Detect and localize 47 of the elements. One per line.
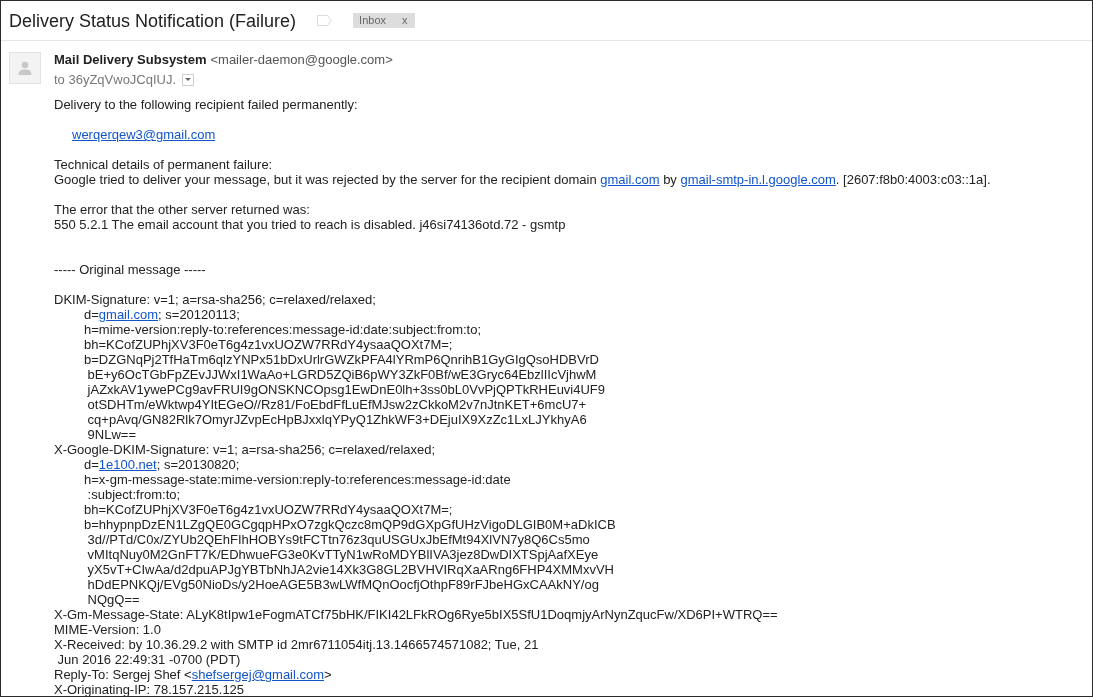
- header-line: cq+pAvq/GN82Rlk7OmyrJZvpEcHpBJxxlqYPyQ1ZhkWF3+DEjuIX9XzZc1LxLJYkhyA6: [86, 412, 587, 427]
- link[interactable]: 1e100.net: [98, 457, 157, 472]
- remove-label-button[interactable]: x: [402, 13, 408, 28]
- header-line: yX5vT+CIwAa/d2dpuAPJgYBTbNhJA2vie14Xk3G8GL2BVHVIRqXaARng6FHP4XMMxvVH: [86, 562, 614, 577]
- label-text: Inbox: [359, 13, 387, 28]
- message-text: 550 5.2.1 The email account that you tried to reach is disabled. j46si74136otd.72 - gsmtp: [54, 217, 566, 232]
- sender-name: Mail Delivery Subsystem: [54, 52, 207, 67]
- header-line: Reply-To: Sergej Shef <shefsergej@gmail.com>: [54, 667, 332, 682]
- header-line: jAZxkAV1ywePCg9avFRUI9gONSKNCOpsg1EwDnE0lh+3ss0bL0VvPjQPTkRHEuvi4UF9: [86, 382, 606, 397]
- header-line: X-Originating-IP: 78.157.215.125: [54, 682, 245, 696]
- header-line: d=gmail.com; s=20120113;: [84, 307, 240, 322]
- link[interactable]: werqerqew3@gmail.com: [72, 127, 216, 142]
- header-line: h=mime-version:reply-to:references:message-id:date:subject:from:to;: [84, 322, 482, 337]
- header-line: Jun 2016 22:49:31 -0700 (PDT): [56, 652, 241, 667]
- header-line: otSDHTm/eWktwp4YItEGeO//Rz81/FoEbdFfLuEfMJsw2zCkkoM2v7nJtnKET+6mcU7+: [86, 397, 587, 412]
- header-line: NQgQ==: [86, 592, 140, 607]
- header-line: bh=KCofZUPhjXV3F0eT6g4z1vxUOZW7RRdY4ysaaQOXt7M=;: [84, 337, 453, 352]
- link[interactable]: gmail-smtp-in.l.google.com: [680, 172, 836, 187]
- header-line: h=x-gm-message-state:mime-version:reply-to:references:message-id:date: [84, 472, 511, 487]
- header-line: :subject:from:to;: [86, 487, 181, 502]
- avatar-icon: [9, 52, 41, 84]
- caret-icon: [185, 78, 192, 81]
- message-text: Google tried to deliver your message, but it was rejected by the server for the recipient domain gmail.com by gmail-smtp-in.l.google.com. [2607:f8b0:4003:c03::1a].: [54, 172, 991, 187]
- header-line: MIME-Version: 1.0: [54, 622, 161, 637]
- header-line: hDdEPNKQj/EVg50NioDs/y2HoeAGE5B3wLWfMQnOocfjOthpF89rFJbeHGxCAAkNY/og: [86, 577, 599, 592]
- header-line: bh=KCofZUPhjXV3F0eT6g4z1vxUOZW7RRdY4ysaaQOXt7M=;: [84, 502, 453, 517]
- header-line: 3d//PTd/C0x/ZYUb2QEhFIhHOBYs9tFCTtn76z3quUSGUxJbEfMt94XlVN7y8Q6Cs5mo: [86, 532, 590, 547]
- link[interactable]: shefsergej@gmail.com: [191, 667, 325, 682]
- header-line: vMItqNuy0M2GnFT7K/EDhwueFG3e0KvTTyN1wRoMDYBlIVA3jez8DwDIXTSpjAafXEye: [86, 547, 599, 562]
- header-line: X-Gm-Message-State: ALyK8tIpw1eFogmATCf75bHK/FIKI42LFkROg6Rye5bIX5SfU1DoqmjyArNynZqucFw/XD6PI+WTRQ==: [54, 607, 778, 622]
- header-line: X-Received: by 10.36.29.2 with SMTP id 2mr6711054itj.13.1466574571082; Tue, 21: [54, 637, 539, 652]
- message-text: Delivery to the following recipient failed permanently:: [54, 97, 358, 112]
- header-line: b=DZGNqPj2TfHaTm6qlzYNPx51bDxUrlrGWZkPFA4lYRmP6QnrihB1GyGIgQsoHDBVrD: [84, 352, 599, 367]
- message-text: Technical details of permanent failure:: [54, 157, 273, 172]
- email-subject: Delivery Status Notification (Failure): [9, 9, 297, 32]
- sender-address: <mailer-daemon@google.com>: [210, 52, 393, 67]
- link[interactable]: gmail.com: [600, 172, 660, 187]
- recipient-text: to 36yZqVwoJCqIUJ.: [54, 72, 177, 87]
- header-line: X-Google-DKIM-Signature: v=1; a=rsa-sha256; c=relaxed/relaxed;: [54, 442, 436, 457]
- header-line: b=hhypnpDzEN1LZgQE0GCgqpHPxO7zgkQczc8mQP9dGXpGfUHzVigoDLGIB0M+aDkICB: [84, 517, 616, 532]
- original-message-heading: ----- Original message -----: [54, 262, 206, 277]
- header-line: 9NLw==: [86, 427, 137, 442]
- header-line: DKIM-Signature: v=1; a=rsa-sha256; c=relaxed/relaxed;: [54, 292, 376, 307]
- header-line: d=1e100.net; s=20130820;: [84, 457, 240, 472]
- details-dropdown-button[interactable]: [182, 73, 195, 86]
- message-text: The error that the other server returned was:: [54, 202, 310, 217]
- header-line: bE+y6OcTGbFpZEvJJWxI1WaAo+LGRD5ZQiB6pWY3ZkF0Bf/wE3Gryc64EbzlIIcVjhwM: [86, 367, 597, 382]
